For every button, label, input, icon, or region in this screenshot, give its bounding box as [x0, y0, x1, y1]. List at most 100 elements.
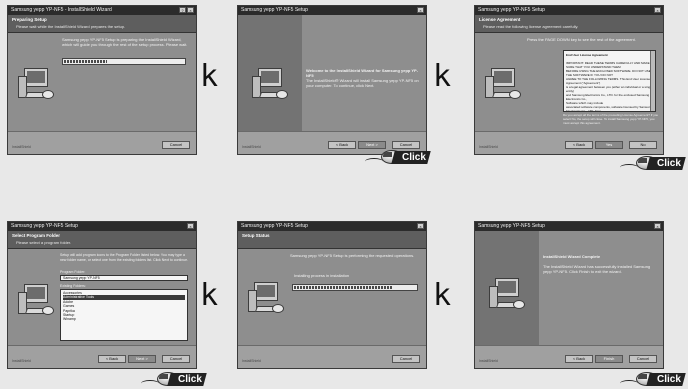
close-icon[interactable]: × [654, 7, 661, 13]
computer-icon [489, 278, 525, 312]
window-title: Samsung yepp YP-NF5 Setup [241, 223, 308, 229]
computer-icon [18, 284, 54, 318]
button-bar: InstallShield < Back Yes No [475, 131, 663, 154]
license-line: is a legal agreement between you (either… [566, 85, 653, 93]
license-line: AGREE TO THE FOLLOWING TERMS. This End U… [566, 77, 651, 85]
license-line: BEFORE USING THE ENCLOSED SOFTWARE. DO N… [566, 69, 651, 77]
no-button[interactable]: No [629, 141, 657, 149]
click-label: Click [657, 158, 681, 169]
cancel-button[interactable]: Cancel [162, 355, 190, 363]
header-title: License Agreement [479, 17, 521, 22]
wizard-header: Setup Status [238, 231, 426, 249]
window-title: Samsung yepp YP-NF5 Setup [11, 223, 78, 229]
license-line: associated software components, software… [566, 105, 653, 112]
brand-label: InstallShield [242, 359, 261, 363]
status-body: Samsung yepp YP-NF5 Setup is performing … [290, 253, 415, 258]
brand-label: InstallShield [12, 359, 31, 363]
cancel-button[interactable]: Cancel [392, 355, 420, 363]
license-lines: End User License Agreement IMPORTANT: RE… [566, 53, 653, 112]
back-button[interactable]: < Back [98, 355, 126, 363]
window-title: Samsung yepp YP-NF5 - InstallShield Wiza… [11, 7, 112, 13]
wizard-header: License Agreement Please read the follow… [475, 15, 663, 33]
window-titlebar[interactable]: Samsung yepp YP-NF5 Setup × [475, 6, 663, 15]
brand-label: InstallShield [242, 145, 261, 149]
welcome-title: Welcome to the InstallShield Wizard for … [306, 68, 419, 78]
back-button[interactable]: < Back [565, 355, 593, 363]
license-line: and Samsung Electronics Co., LTD. for th… [566, 93, 650, 101]
header-title: Select Program Folder [12, 233, 61, 238]
close-icon[interactable]: × [187, 223, 194, 229]
window-title: Samsung yepp YP-NF5 Setup [478, 223, 545, 229]
click-indicator: Click [620, 371, 686, 387]
separator-k: k [200, 59, 219, 94]
wizard-header: Select Program Folder Please select a pr… [8, 231, 196, 249]
back-button[interactable]: < Back [565, 141, 593, 149]
click-label: Click [402, 152, 426, 163]
license-instruction: Press the PAGE DOWN key to see the rest … [527, 37, 636, 42]
help-icon[interactable]: ? [179, 7, 186, 13]
cancel-button[interactable]: Cancel [629, 355, 657, 363]
window-titlebar[interactable]: Samsung yepp YP-NF5 Setup × [238, 222, 426, 231]
window-title: Samsung yepp YP-NF5 Setup [241, 7, 308, 13]
welcome-body: The InstallShield® Wizard will install S… [306, 78, 419, 88]
license-line: IMPORTANT: READ THESE TERMS CAREFULLY AN… [566, 61, 650, 69]
cancel-button[interactable]: Cancel [162, 141, 190, 149]
close-icon[interactable]: × [417, 223, 424, 229]
window-titlebar[interactable]: Samsung yepp YP-NF5 Setup × [8, 222, 196, 231]
progress-fill [64, 60, 107, 63]
body-text: Setup will add program icons to the Prog… [60, 253, 189, 262]
window-title: Samsung yepp YP-NF5 Setup [478, 7, 545, 13]
computer-icon [485, 68, 521, 102]
installer-window-preparing: Samsung yepp YP-NF5 - InstallShield Wiza… [7, 5, 197, 155]
cancel-button[interactable]: Cancel [392, 141, 420, 149]
progress-bar [292, 284, 418, 291]
existing-folders-list[interactable]: Accessories Administrative Tools Adobe Game… [60, 289, 188, 341]
close-icon[interactable]: × [187, 7, 194, 13]
program-folder-input[interactable]: Samsung yepp YP-NF5 [60, 275, 188, 281]
brand-label: InstallShield [479, 359, 498, 363]
click-indicator: Click [365, 149, 431, 165]
click-indicator: Click [141, 371, 207, 387]
yes-button[interactable]: Yes [595, 141, 623, 149]
button-bar: InstallShield < Back Finish Cancel [475, 345, 663, 368]
finish-button[interactable]: Finish [595, 355, 623, 363]
folder-list-item[interactable]: Winamp [63, 317, 185, 321]
click-indicator: Click [620, 155, 686, 171]
installer-window-license: Samsung yepp YP-NF5 Setup × License Agre… [474, 5, 664, 155]
window-titlebar[interactable]: Samsung yepp YP-NF5 - InstallShield Wiza… [8, 6, 196, 15]
next-button[interactable]: Next > [128, 355, 156, 363]
separator-k: k [433, 59, 452, 94]
separator-k: k [200, 278, 219, 313]
license-text-area[interactable]: End User License Agreement IMPORTANT: RE… [563, 50, 656, 112]
close-icon[interactable]: × [654, 223, 661, 229]
program-folder-label: Program Folder: [60, 270, 86, 274]
button-bar: InstallShield Cancel [238, 345, 426, 368]
complete-title: InstallShield Wizard Complete [543, 254, 601, 259]
license-question: Do you accept all the terms of the prece… [563, 113, 659, 125]
computer-icon [252, 68, 288, 102]
header-subtitle: Please select a program folder. [16, 240, 72, 245]
wizard-header: Preparing Setup Please wait while the In… [8, 15, 196, 33]
back-button[interactable]: < Back [328, 141, 356, 149]
existing-folders-label: Existing Folders: [60, 284, 86, 288]
installer-window-program-folder: Samsung yepp YP-NF5 Setup × Select Progr… [7, 221, 197, 369]
click-label: Click [657, 374, 681, 385]
click-label: Click [178, 374, 202, 385]
header-subtitle: Please read the following license agreem… [483, 24, 579, 29]
body-text: Samsung yepp YP-NF5 Setup is preparing t… [62, 37, 188, 47]
progress-bar [62, 58, 186, 65]
status-text: Installing process in installation [294, 273, 350, 278]
window-titlebar[interactable]: Samsung yepp YP-NF5 Setup × [475, 222, 663, 231]
button-bar: InstallShield Cancel [8, 131, 196, 154]
next-button[interactable]: Next > [358, 141, 386, 149]
window-titlebar[interactable]: Samsung yepp YP-NF5 Setup × [238, 6, 426, 15]
header-title: Preparing Setup [12, 17, 47, 22]
button-bar: InstallShield < Back Next > Cancel [8, 345, 196, 368]
complete-body: The InstallShield Wizard has successfull… [543, 264, 651, 274]
separator-k: k [433, 278, 452, 313]
close-icon[interactable]: × [417, 7, 424, 13]
license-scrollbar[interactable] [650, 51, 655, 111]
progress-fill [294, 286, 394, 289]
header-title: Setup Status [242, 233, 270, 238]
computer-icon [248, 282, 284, 316]
